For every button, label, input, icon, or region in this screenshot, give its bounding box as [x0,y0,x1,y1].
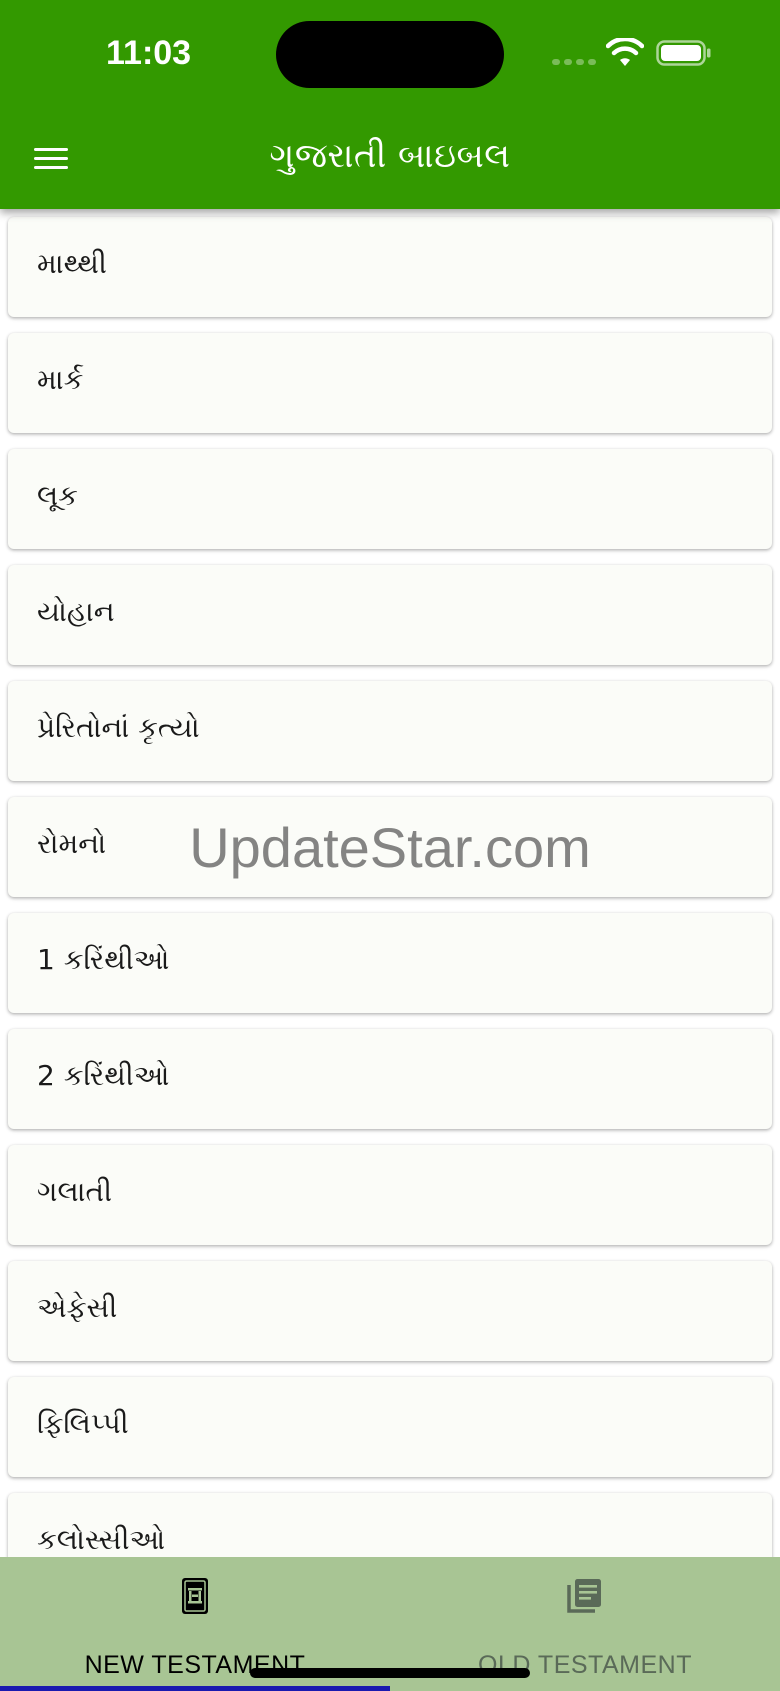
screen: 11:03 ગુજરાતી બાઇબલ માથ્થી માર્ક લૂક યોહ… [0,0,780,1691]
book-label: પ્રેરિતોનાં કૃત્યો [37,711,200,744]
cellular-signal-icon [552,56,596,66]
book-item[interactable]: માર્ક [8,333,772,433]
book-item[interactable]: ગલાતી [8,1145,772,1245]
book-item[interactable]: રોમનો [8,797,772,897]
book-item[interactable]: ફિલિપ્પી [8,1377,772,1477]
book-item[interactable]: 1 કરિંથીઓ [8,913,772,1013]
wifi-icon [606,38,644,66]
book-item[interactable]: કલોસ્સીઓ [8,1493,772,1557]
book-label: 1 કરિંથીઓ [37,943,170,976]
book-list[interactable]: માથ્થી માર્ક લૂક યોહાન પ્રેરિતોનાં કૃત્ય… [0,209,780,1557]
book-label: એફેસી [37,1291,118,1324]
dynamic-island [276,21,504,88]
home-indicator[interactable] [250,1668,530,1678]
app-header: 11:03 ગુજરાતી બાઇબલ [0,0,780,209]
book-item[interactable]: એફેસી [8,1261,772,1361]
book-label: ગલાતી [37,1175,113,1208]
active-tab-indicator [0,1686,390,1691]
book-label: માર્ક [37,363,84,396]
status-time: 11:03 [106,34,192,72]
book-item[interactable]: 2 કરિંથીઓ [8,1029,772,1129]
book-label: કલોસ્સીઓ [37,1523,166,1556]
page-title: ગુજરાતી બાઇબલ [269,136,511,176]
book-label: રોમનો [37,827,107,860]
book-item[interactable]: પ્રેરિતોનાં કૃત્યો [8,681,772,781]
book-label: ફિલિપ્પી [37,1407,129,1440]
bible-book-icon [182,1578,208,1614]
library-books-icon [567,1579,601,1613]
book-item[interactable]: યોહાન [8,565,772,665]
book-item[interactable]: માથ્થી [8,217,772,317]
book-label: યોહાન [37,595,115,628]
book-label: માથ્થી [37,247,107,280]
book-label: 2 કરિંથીઓ [37,1059,170,1092]
book-label: લૂક [37,479,78,512]
book-item[interactable]: લૂક [8,449,772,549]
battery-icon [656,40,711,66]
